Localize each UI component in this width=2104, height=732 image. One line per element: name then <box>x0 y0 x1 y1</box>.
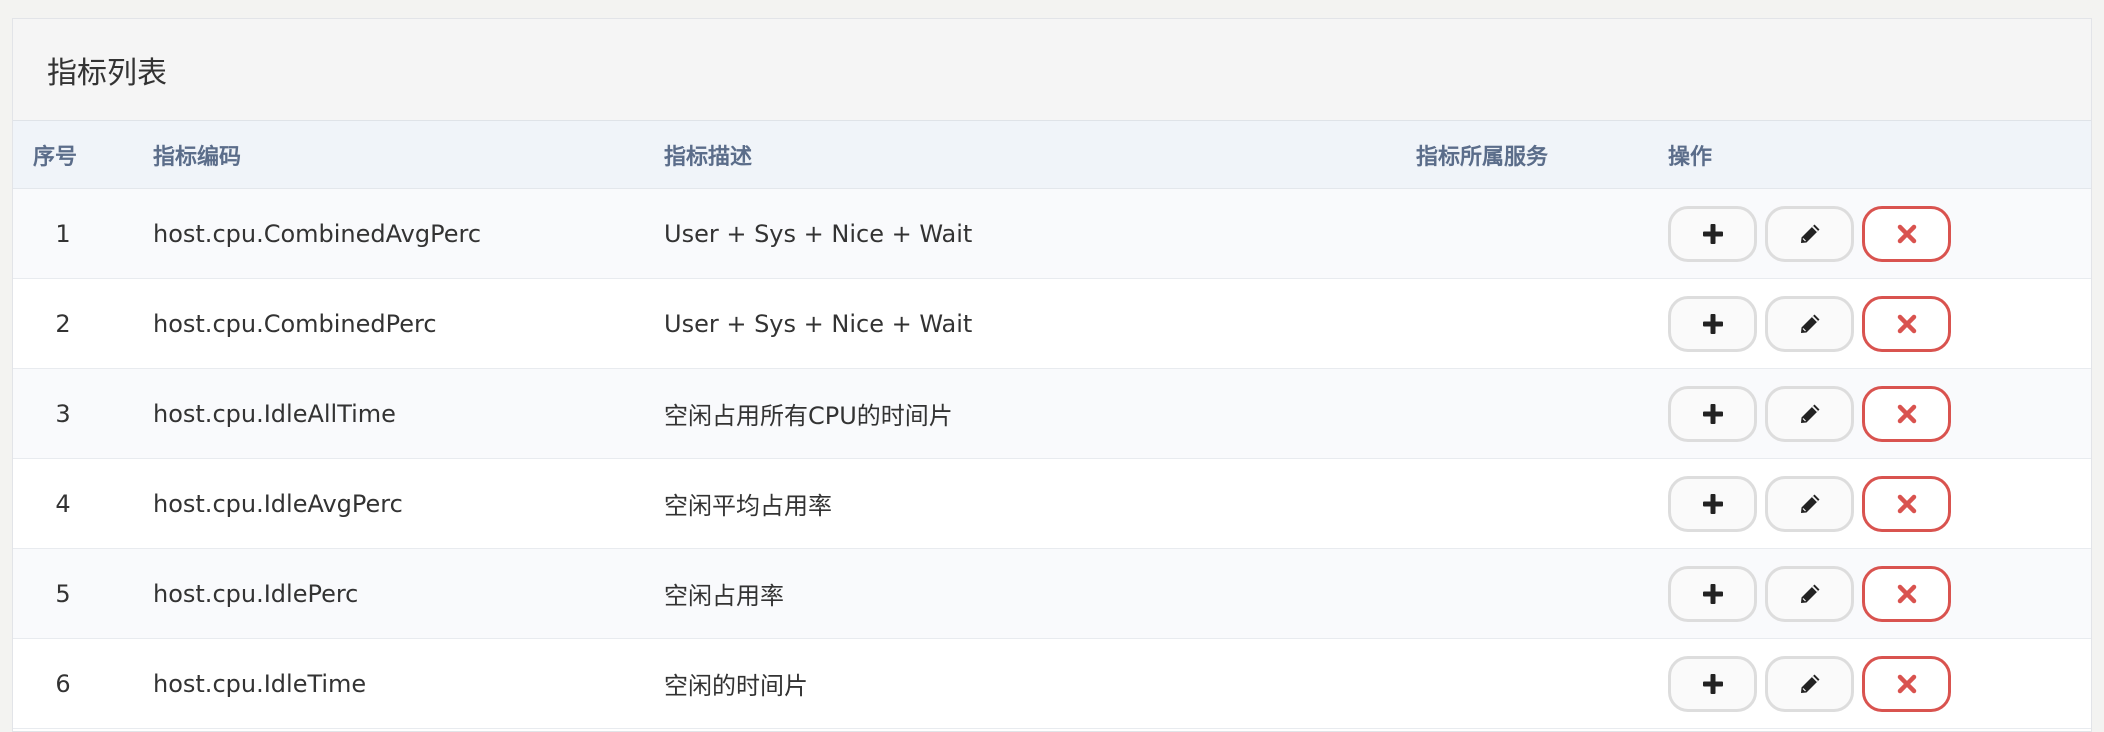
row-ops <box>1668 188 2091 279</box>
panel-title: 指标列表 <box>47 55 167 91</box>
pencil-icon <box>1800 314 1819 333</box>
add-button[interactable] <box>1668 385 1757 442</box>
row-actions <box>1668 655 2091 712</box>
row-service <box>1416 458 1668 549</box>
add-button[interactable] <box>1668 295 1757 352</box>
row-code: host.cpu.IdleAvgPerc <box>153 458 664 549</box>
row-desc: User + Sys + Nice + Wait <box>664 278 1416 369</box>
row-ops <box>1668 278 2091 369</box>
header-desc: 指标描述 <box>664 121 1416 189</box>
row-actions <box>1668 205 2091 262</box>
plus-icon <box>1702 493 1723 514</box>
row-desc: User + Sys + Nice + Wait <box>664 188 1416 279</box>
close-icon <box>1897 494 1916 513</box>
table-row: 3 host.cpu.IdleAllTime 空闲占用所有CPU的时间片 <box>13 368 2091 459</box>
plus-icon <box>1702 673 1723 694</box>
header-ops: 操作 <box>1668 121 2091 189</box>
row-desc: 空闲的时间片 <box>664 638 1416 729</box>
edit-button[interactable] <box>1765 475 1854 532</box>
metrics-table: 序号 指标编码 指标描述 指标所属服务 操作 1 host.cpu.Combin… <box>13 121 2091 729</box>
row-code: host.cpu.IdleTime <box>153 638 664 729</box>
row-code: host.cpu.IdleAllTime <box>153 368 664 459</box>
row-ops <box>1668 458 2091 549</box>
delete-button[interactable] <box>1862 655 1951 712</box>
row-desc: 空闲占用率 <box>664 548 1416 639</box>
header-service: 指标所属服务 <box>1416 121 1668 189</box>
pencil-icon <box>1800 224 1819 243</box>
row-no: 4 <box>13 458 153 549</box>
row-desc: 空闲占用所有CPU的时间片 <box>664 368 1416 459</box>
plus-icon <box>1702 223 1723 244</box>
row-no: 3 <box>13 368 153 459</box>
close-icon <box>1897 584 1916 603</box>
edit-button[interactable] <box>1765 655 1854 712</box>
add-button[interactable] <box>1668 565 1757 622</box>
table-row: 6 host.cpu.IdleTime 空闲的时间片 <box>13 638 2091 729</box>
plus-icon <box>1702 403 1723 424</box>
row-service <box>1416 278 1668 369</box>
row-service <box>1416 638 1668 729</box>
row-ops <box>1668 368 2091 459</box>
row-service <box>1416 368 1668 459</box>
close-icon <box>1897 674 1916 693</box>
row-actions <box>1668 475 2091 532</box>
row-no: 5 <box>13 548 153 639</box>
edit-button[interactable] <box>1765 565 1854 622</box>
pencil-icon <box>1800 584 1819 603</box>
add-button[interactable] <box>1668 475 1757 532</box>
table-row: 4 host.cpu.IdleAvgPerc 空闲平均占用率 <box>13 458 2091 549</box>
row-code: host.cpu.CombinedPerc <box>153 278 664 369</box>
table-header-row: 序号 指标编码 指标描述 指标所属服务 操作 <box>13 121 2091 189</box>
close-icon <box>1897 404 1916 423</box>
table-row: 5 host.cpu.IdlePerc 空闲占用率 <box>13 548 2091 639</box>
row-ops <box>1668 638 2091 729</box>
add-button[interactable] <box>1668 655 1757 712</box>
row-service <box>1416 548 1668 639</box>
pencil-icon <box>1800 404 1819 423</box>
row-desc: 空闲平均占用率 <box>664 458 1416 549</box>
row-actions <box>1668 385 2091 442</box>
delete-button[interactable] <box>1862 475 1951 532</box>
delete-button[interactable] <box>1862 565 1951 622</box>
page: 指标列表 序号 指标编码 指标描述 指标所属服务 操作 1 host.cpu.C… <box>0 0 2104 732</box>
row-no: 6 <box>13 638 153 729</box>
delete-button[interactable] <box>1862 295 1951 352</box>
close-icon <box>1897 224 1916 243</box>
edit-button[interactable] <box>1765 385 1854 442</box>
row-actions <box>1668 295 2091 352</box>
pencil-icon <box>1800 494 1819 513</box>
add-button[interactable] <box>1668 205 1757 262</box>
table-row: 1 host.cpu.CombinedAvgPerc User + Sys + … <box>13 188 2091 279</box>
header-code: 指标编码 <box>153 121 664 189</box>
row-service <box>1416 188 1668 279</box>
row-code: host.cpu.IdlePerc <box>153 548 664 639</box>
row-ops <box>1668 548 2091 639</box>
pencil-icon <box>1800 674 1819 693</box>
table-row: 2 host.cpu.CombinedPerc User + Sys + Nic… <box>13 278 2091 369</box>
row-actions <box>1668 565 2091 622</box>
row-code: host.cpu.CombinedAvgPerc <box>153 188 664 279</box>
delete-button[interactable] <box>1862 385 1951 442</box>
plus-icon <box>1702 313 1723 334</box>
header-no: 序号 <box>13 121 153 189</box>
panel-header: 指标列表 <box>13 19 2091 121</box>
plus-icon <box>1702 583 1723 604</box>
metrics-panel: 指标列表 序号 指标编码 指标描述 指标所属服务 操作 1 host.cpu.C… <box>12 18 2092 732</box>
edit-button[interactable] <box>1765 205 1854 262</box>
row-no: 1 <box>13 188 153 279</box>
delete-button[interactable] <box>1862 205 1951 262</box>
row-no: 2 <box>13 278 153 369</box>
edit-button[interactable] <box>1765 295 1854 352</box>
table-body: 1 host.cpu.CombinedAvgPerc User + Sys + … <box>13 188 2091 729</box>
close-icon <box>1897 314 1916 333</box>
